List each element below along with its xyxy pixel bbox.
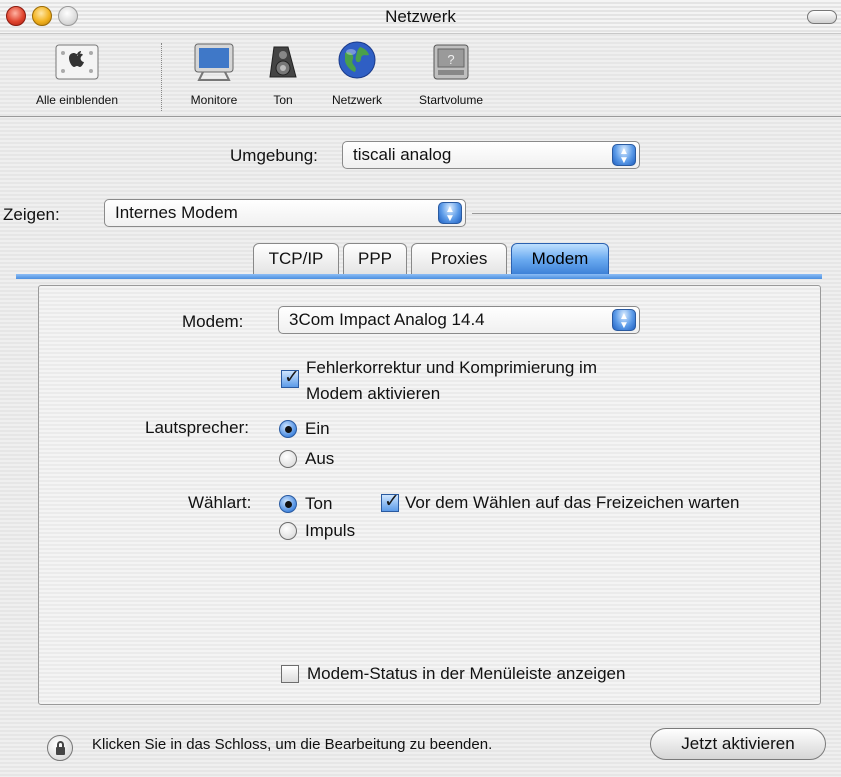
modem-status-menubar-label: Modem-Status in der Menüleiste anzeigen (307, 664, 626, 683)
modem-label: Modem: (182, 312, 244, 331)
tab-modem[interactable]: Modem (511, 243, 609, 275)
toolbar-item-label: Monitore (190, 93, 238, 107)
tab-label: Proxies (430, 249, 488, 268)
speaker-on-label: Ein (305, 419, 330, 438)
tab-label: TCP/IP (268, 249, 324, 268)
show-value: Internes Modem (115, 203, 238, 222)
dial-tone-radio[interactable] (279, 495, 297, 513)
dial-pulse-label: Impuls (305, 521, 356, 540)
hard-drive-icon: ? (428, 39, 474, 85)
lock-button[interactable] (47, 735, 73, 761)
lock-hint-text: Klicken Sie in das Schloss, um die Bearb… (92, 736, 493, 753)
modem-status-menubar-checkbox[interactable] (281, 665, 299, 683)
popup-arrows-icon: ▲ ▼ (438, 202, 462, 224)
title-bar: Netzwerk (0, 0, 841, 34)
toolbar-item-label: Alle einblenden (35, 93, 119, 107)
modem-value: 3Com Impact Analog 14.4 (289, 310, 485, 329)
tab-rule (16, 274, 822, 279)
dial-pulse-radio[interactable] (279, 522, 297, 540)
toolbar-item-network[interactable]: Netzwerk (318, 39, 396, 107)
globe-icon (334, 39, 380, 85)
wait-dialtone-label: Vor dem Wählen auf das Freizeichen warte… (405, 493, 740, 512)
error-correction-label-line1: Fehlerkorrektur und Komprimierung im (306, 358, 597, 377)
error-correction-label-line2: Modem aktivieren (306, 384, 441, 403)
apply-now-button[interactable]: Jetzt aktivieren (650, 728, 826, 760)
location-popup[interactable]: tiscali analog ▲ ▼ (342, 141, 640, 169)
show-label: Zeigen: (3, 205, 60, 224)
toolbar-item-show-all[interactable]: Alle einblenden (2, 39, 152, 107)
toolbar-separator (161, 43, 162, 111)
network-preferences-window: Netzwerk Alle einblenden Monitore Ton Ne… (0, 0, 841, 777)
checkmark-icon: ✓ (284, 367, 300, 388)
popup-arrows-icon: ▲ ▼ (612, 309, 636, 331)
speaker-on-radio[interactable] (279, 420, 297, 438)
dial-mode-label: Wählart: (188, 493, 252, 512)
wait-dialtone-checkbox[interactable]: ✓ (381, 491, 400, 512)
toolbar-item-label: Netzwerk (331, 93, 382, 107)
tab-label: Modem (531, 249, 589, 268)
tab-label: PPP (357, 249, 393, 268)
toolbar: Alle einblenden Monitore Ton Netzwerk ? … (0, 35, 841, 117)
popup-arrows-icon: ▲ ▼ (612, 144, 636, 166)
speaker-label: Lautsprecher: (145, 418, 249, 437)
toolbar-item-startup-disk[interactable]: ? Startvolume (398, 39, 504, 107)
toolbar-item-monitors[interactable]: Monitore (178, 39, 250, 107)
checkmark-icon: ✓ (384, 491, 400, 512)
apple-grid-icon (54, 39, 100, 85)
speaker-off-label: Aus (305, 449, 335, 468)
toolbar-toggle-button[interactable] (807, 10, 837, 24)
tab-tcp-ip[interactable]: TCP/IP (253, 243, 339, 275)
dial-tone-label: Ton (305, 494, 333, 513)
tab-ppp[interactable]: PPP (343, 243, 407, 275)
speaker-icon (260, 39, 306, 85)
toolbar-item-label: Startvolume (418, 93, 484, 107)
modem-popup[interactable]: 3Com Impact Analog 14.4 ▲ ▼ (278, 306, 640, 334)
show-popup[interactable]: Internes Modem ▲ ▼ (104, 199, 466, 227)
svg-text:?: ? (447, 52, 454, 67)
separator-line (472, 213, 841, 214)
toolbar-item-sound[interactable]: Ton (258, 39, 308, 107)
toolbar-item-label: Ton (273, 93, 293, 107)
tab-proxies[interactable]: Proxies (411, 243, 507, 275)
location-value: tiscali analog (353, 145, 452, 164)
window-title: Netzwerk (385, 7, 456, 26)
speaker-off-radio[interactable] (279, 450, 297, 468)
error-correction-checkbox[interactable]: ✓ (281, 367, 300, 388)
monitor-icon (191, 39, 237, 85)
lock-icon-body (56, 747, 65, 755)
location-label: Umgebung: (230, 146, 318, 165)
